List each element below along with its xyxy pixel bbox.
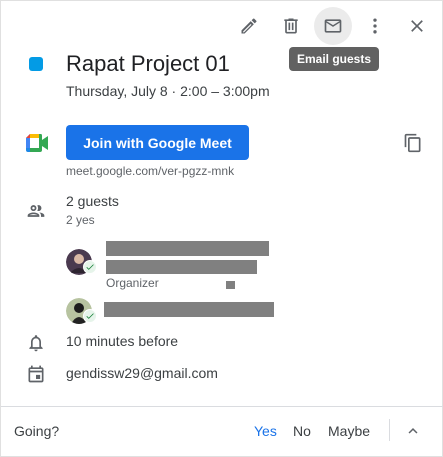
edit-event-button[interactable] <box>230 7 268 45</box>
redacted-mark <box>226 281 235 289</box>
redacted-guest-name <box>106 241 269 256</box>
reminder-text: 10 minutes before <box>66 333 179 349</box>
calendar-owner-email: gendissw29@gmail.com <box>66 365 218 381</box>
bell-icon <box>25 332 47 354</box>
pencil-icon <box>241 18 257 34</box>
event-toolbar <box>230 7 436 45</box>
expand-rsvp-button[interactable] <box>401 419 425 443</box>
event-color-swatch <box>29 57 43 71</box>
join-google-meet-button[interactable]: Join with Google Meet <box>66 125 249 160</box>
event-detail-card: Email guests Rapat Project 01 Thursday, … <box>0 0 443 457</box>
rsvp-no-button[interactable]: No <box>293 423 311 439</box>
rsvp-maybe-button[interactable]: Maybe <box>328 423 370 439</box>
google-meet-icon <box>26 134 48 152</box>
mail-icon <box>324 19 342 33</box>
rsvp-yes-button[interactable]: Yes <box>254 423 277 439</box>
guest-count: 2 guests <box>66 193 119 209</box>
email-guests-tooltip: Email guests <box>289 47 380 71</box>
email-guests-button[interactable] <box>314 7 352 45</box>
more-vertical-icon <box>373 18 377 34</box>
going-label: Going? <box>14 423 60 439</box>
accepted-check-icon <box>83 260 97 274</box>
close-button[interactable] <box>398 7 436 45</box>
redacted-guest-name <box>104 302 274 317</box>
redacted-guest-email <box>106 260 257 274</box>
guest-rsvp-summary: 2 yes <box>66 213 95 227</box>
more-options-button[interactable] <box>356 7 394 45</box>
trash-icon <box>284 18 298 34</box>
footer-divider <box>389 419 390 441</box>
meet-link[interactable]: meet.google.com/ver-pgzz-mnk <box>66 164 234 178</box>
event-title: Rapat Project 01 <box>66 51 230 76</box>
rsvp-footer: Going? Yes No Maybe <box>1 406 443 456</box>
calendar-icon <box>25 363 47 385</box>
copy-icon <box>404 133 421 153</box>
organizer-label: Organizer <box>106 276 159 290</box>
close-icon <box>411 20 423 32</box>
chevron-up-icon <box>408 428 418 434</box>
event-datetime: Thursday, July 8 · 2:00 – 3:00pm <box>66 83 270 99</box>
people-icon <box>25 200 47 222</box>
accepted-check-icon <box>83 309 97 323</box>
copy-link-button[interactable] <box>401 131 425 155</box>
delete-event-button[interactable] <box>272 7 310 45</box>
